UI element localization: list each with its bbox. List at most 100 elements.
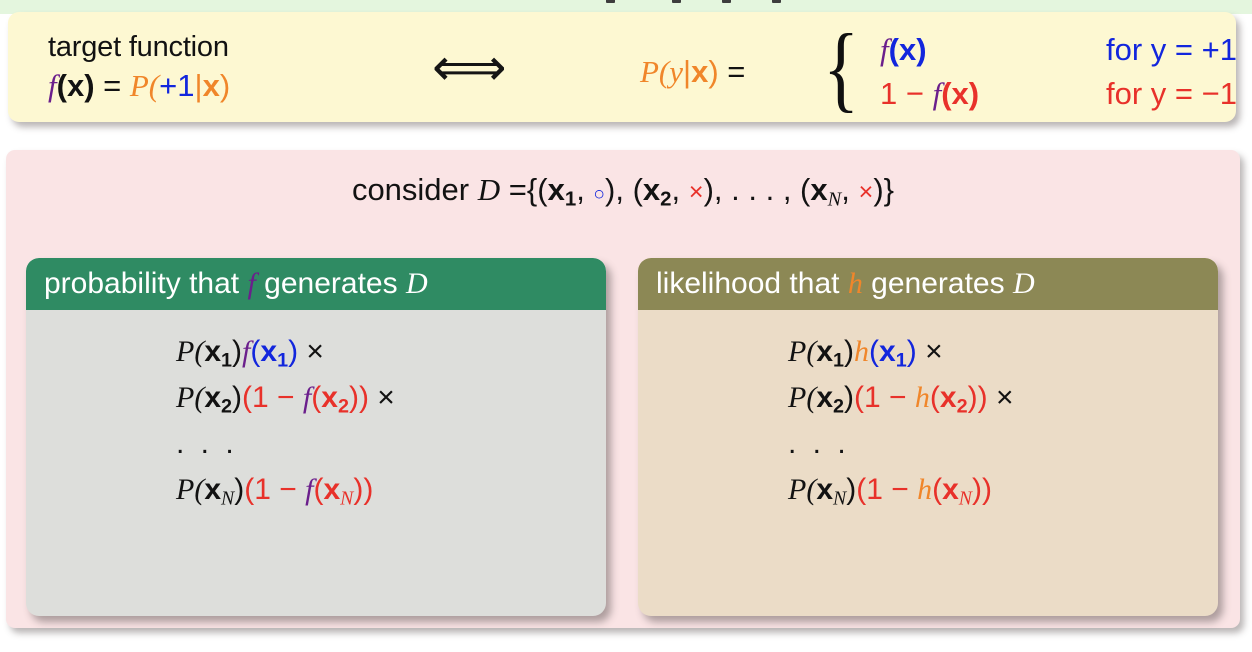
equals-sign: = — [508, 172, 527, 207]
equals-sign: = — [103, 68, 122, 104]
h-symbol: h — [854, 335, 870, 368]
h-close: )) — [971, 473, 992, 506]
case-condition-negative: for y = −1 — [1106, 76, 1237, 111]
target-function-definition-left: target function f(x) = P(+1|x) — [48, 28, 230, 107]
cut-off-glyph — [672, 0, 681, 3]
x-subscript: N — [221, 487, 235, 510]
conditional-bar: | — [194, 68, 203, 104]
cut-off-glyph — [772, 0, 781, 3]
x1-subscript: 1 — [564, 187, 577, 211]
P-close: ) — [708, 54, 719, 89]
h-symbol: h — [917, 473, 933, 506]
probability-card: probability that f generates D P(x1)f(x1… — [26, 258, 606, 616]
f-symbol: f — [48, 68, 57, 104]
case-f-symbol: f — [932, 76, 942, 111]
prob-P-open: P( — [129, 68, 160, 104]
h-symbol: h — [914, 381, 930, 414]
target-function-equation: f(x) = P(+1|x) — [48, 66, 230, 107]
equals-sign: = — [727, 54, 746, 89]
cross-icon: × — [858, 178, 874, 206]
formula-line-2: P(x2)(1 − f(x2)) × — [176, 374, 606, 420]
f-open: ( — [250, 335, 261, 368]
x-vector: x — [691, 54, 709, 89]
target-function-label: target function — [48, 31, 229, 63]
h-close: ) — [906, 335, 917, 368]
times-operator: × — [925, 335, 943, 368]
case-one-minus: 1 − — [880, 76, 933, 111]
cross-icon: × — [688, 178, 704, 206]
f-x-subscript: N — [340, 487, 354, 510]
formula-ellipsis: . . . — [788, 427, 850, 460]
times-operator: × — [306, 335, 324, 368]
plus-one-literal: +1 — [159, 68, 195, 104]
case-f-symbol: f — [880, 32, 889, 67]
times-operator: × — [377, 381, 395, 414]
formula-ellipsis: . . . — [176, 427, 238, 460]
card-header-lead: probability that — [44, 267, 240, 300]
f-x-vector: x — [321, 381, 338, 414]
P-open: P( — [176, 381, 205, 414]
formula-line-1: P(x1)f(x1) × — [176, 328, 606, 374]
x-vector: x — [204, 473, 222, 506]
case-f-argument: (x) — [888, 32, 927, 67]
target-function-definition-box: target function f(x) = P(+1|x) ⟺ P(y|x) … — [8, 12, 1237, 122]
x-subscript: N — [833, 487, 847, 510]
x-vector: x — [204, 335, 222, 368]
formula-line-n: P(xN)(1 − f(xN)) — [176, 466, 606, 512]
x2-subscript: 2 — [660, 187, 672, 211]
dataset-symbol: D — [477, 172, 501, 207]
prob-P-close: ) — [219, 68, 231, 104]
P-open: P( — [640, 54, 670, 89]
set-mid: ), ( — [605, 172, 643, 207]
circle-icon: ○ — [593, 184, 606, 205]
dataset-definition-line: consider D ={(x1, ○), (x2, ×), . . . , (… — [6, 172, 1240, 212]
f-symbol: f — [247, 267, 256, 300]
h-open: ( — [932, 473, 943, 506]
x-subscript: 1 — [833, 349, 845, 372]
P-open: P( — [788, 473, 817, 506]
x-subscript: 2 — [833, 395, 845, 418]
case-f-argument: (x) — [941, 76, 980, 111]
set-open: {( — [526, 172, 548, 207]
P-open: P( — [176, 335, 205, 368]
formula-line-1: P(x1)h(x1) × — [788, 328, 1218, 374]
consider-label: consider — [351, 172, 470, 207]
likelihood-derivation-panel: consider D ={(x1, ○), (x2, ×), . . . , (… — [6, 150, 1240, 628]
x-vector: x — [816, 381, 834, 414]
card-header-trail: generates — [871, 267, 1005, 300]
times-operator: × — [995, 381, 1014, 414]
P-open: P( — [176, 473, 205, 506]
f-x-subscript: 1 — [277, 349, 289, 372]
f-x-subscript: 2 — [337, 395, 349, 418]
x2-vector: x — [642, 172, 661, 207]
biconditional-arrow-icon: ⟺ — [432, 39, 507, 97]
dataset-symbol: D — [405, 267, 428, 300]
f-argument: (x) — [56, 68, 95, 104]
f-close: )) — [348, 381, 369, 414]
h-symbol: h — [847, 267, 863, 300]
cut-off-glyph — [606, 0, 615, 3]
xN-subscript: N — [827, 188, 842, 211]
P-close: ) — [844, 381, 855, 414]
card-header-lead: likelihood that — [656, 267, 840, 300]
one-minus: (1 − — [854, 381, 915, 414]
conditional-probability-lhs: P(y|x) = — [640, 54, 745, 90]
dataset-symbol: D — [1012, 267, 1035, 300]
likelihood-card-body: P(x1)h(x1) × P(x2)(1 − h(x2)) × . . . P(… — [638, 310, 1218, 512]
h-x-vector: x — [939, 381, 957, 414]
f-x-vector: x — [323, 473, 341, 506]
xN-vector: x — [810, 172, 828, 207]
x-vector: x — [816, 335, 834, 368]
conditional-bar: | — [683, 54, 692, 89]
x-subscript: 2 — [221, 395, 233, 418]
h-x-subscript: N — [958, 487, 972, 510]
h-close: )) — [967, 381, 988, 414]
set-close: )} — [873, 172, 895, 207]
P-close: ) — [234, 473, 245, 506]
cut-off-glyph — [722, 0, 731, 3]
h-x-vector: x — [879, 335, 896, 368]
card-header-trail: generates — [264, 267, 398, 300]
f-close: ) — [288, 335, 299, 368]
P-close: ) — [844, 335, 855, 368]
likelihood-card-header: likelihood that h generates D — [638, 258, 1218, 310]
